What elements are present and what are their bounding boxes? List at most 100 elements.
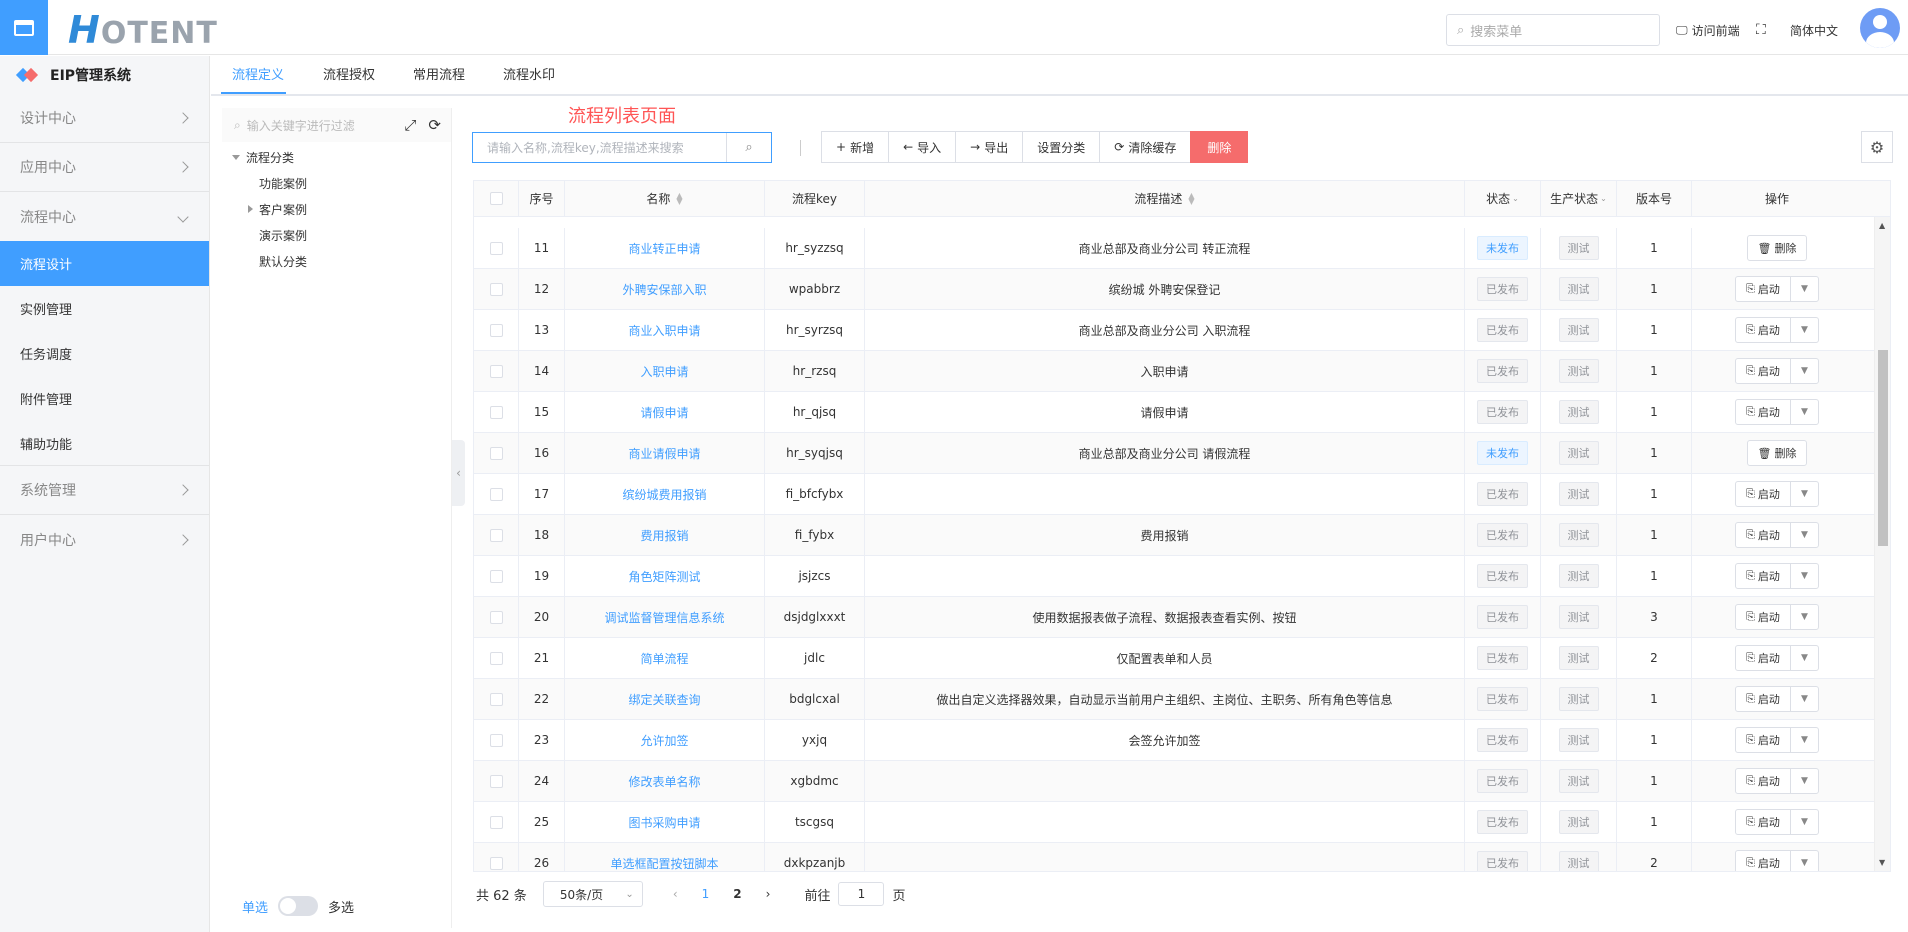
header-status[interactable]: 状态 ⌄	[1465, 181, 1541, 216]
row-checkbox[interactable]	[489, 282, 503, 296]
row-start-button[interactable]: ⎘ 启动 ▼	[1735, 276, 1819, 302]
menu-toggle-button[interactable]	[0, 0, 48, 55]
row-select-cell[interactable]	[474, 597, 519, 637]
row-start-button[interactable]: ⎘ 启动 ▼	[1735, 727, 1819, 753]
scroll-down-icon[interactable]: ▼	[1879, 858, 1885, 867]
row-start-button[interactable]: ⎘ 启动 ▼	[1735, 522, 1819, 548]
sort-icon[interactable]: ▲ ▼	[1188, 191, 1194, 205]
row-name-link[interactable]: 图书采购申请	[628, 814, 700, 831]
collapse-tree-handle[interactable]: ‹	[452, 440, 465, 506]
import-button[interactable]: ← 导入	[888, 131, 957, 163]
row-name-link[interactable]: 请假申请	[640, 404, 688, 421]
row-checkbox[interactable]	[489, 323, 503, 337]
row-select-cell[interactable]	[474, 392, 519, 432]
row-checkbox[interactable]	[489, 487, 503, 501]
row-name-link[interactable]: 入职申请	[640, 363, 688, 380]
sidebar-group-design[interactable]: 设计中心	[0, 94, 209, 143]
sidebar-item-process-design[interactable]: 流程设计	[0, 241, 209, 286]
sidebar-item-attachment[interactable]: 附件管理	[0, 376, 209, 421]
row-more-dropdown[interactable]: ▼	[1789, 810, 1818, 834]
row-name-link[interactable]: 外聘安保部入职	[622, 281, 706, 298]
row-name-link[interactable]: 缤纷城费用报销	[622, 486, 706, 503]
row-more-dropdown[interactable]: ▼	[1789, 400, 1818, 424]
row-more-dropdown[interactable]: ▼	[1789, 769, 1818, 793]
refresh-icon[interactable]: ⟳	[428, 116, 441, 134]
tree-filter-input[interactable]: ⌕ 输入关键字进行过滤 ⤢ ⟳	[222, 108, 451, 142]
row-start-button[interactable]: ⎘ 启动 ▼	[1735, 317, 1819, 343]
visit-front-link[interactable]: 🖵 访问前端	[1676, 22, 1740, 39]
row-more-dropdown[interactable]: ▼	[1789, 728, 1818, 752]
row-more-dropdown[interactable]: ▼	[1789, 687, 1818, 711]
page-2[interactable]: 2	[725, 887, 749, 901]
row-select-cell[interactable]	[474, 843, 519, 871]
expand-icon[interactable]: ⤢	[404, 116, 416, 134]
row-more-dropdown[interactable]: ▼	[1789, 523, 1818, 547]
header-prod-status[interactable]: 生产状态 ⌄	[1541, 181, 1617, 216]
header-desc[interactable]: 流程描述 ▲ ▼	[865, 181, 1465, 216]
row-name-link[interactable]: 绑定关联查询	[628, 691, 700, 708]
table-settings-button[interactable]: ⚙	[1861, 131, 1893, 163]
row-delete-button[interactable]: 🗑 删除	[1746, 440, 1808, 466]
row-checkbox[interactable]	[489, 774, 503, 788]
row-checkbox[interactable]	[489, 651, 503, 665]
row-checkbox[interactable]	[489, 856, 503, 870]
row-select-cell[interactable]	[474, 351, 519, 391]
row-checkbox[interactable]	[489, 569, 503, 583]
row-select-cell[interactable]	[474, 679, 519, 719]
sidebar-group-app[interactable]: 应用中心	[0, 143, 209, 192]
row-checkbox[interactable]	[489, 446, 503, 460]
page-1[interactable]: 1	[694, 887, 718, 901]
scrollbar-thumb[interactable]	[1878, 350, 1888, 546]
tab-common-process[interactable]: 常用流程	[394, 56, 484, 94]
avatar[interactable]	[1860, 8, 1900, 48]
row-name-link[interactable]: 允许加签	[640, 732, 688, 749]
row-checkbox[interactable]	[489, 528, 503, 542]
select-all-checkbox[interactable]	[489, 192, 503, 205]
row-select-cell[interactable]	[474, 433, 519, 473]
row-start-button[interactable]: ⎘ 启动 ▼	[1735, 809, 1819, 835]
language-switch[interactable]: 简体中文	[1790, 22, 1838, 39]
list-search-input[interactable]	[473, 133, 726, 162]
header-select-all[interactable]	[474, 181, 519, 216]
tree-node-demo-cases[interactable]: 演示案例	[222, 222, 451, 248]
sort-icon[interactable]: ▲ ▼	[676, 191, 682, 205]
header-name[interactable]: 名称 ▲ ▼	[565, 181, 765, 216]
delete-button[interactable]: 删除	[1190, 131, 1249, 163]
row-more-dropdown[interactable]: ▼	[1789, 646, 1818, 670]
sidebar-item-task-schedule[interactable]: 任务调度	[0, 331, 209, 376]
row-more-dropdown[interactable]: ▼	[1789, 482, 1818, 506]
row-start-button[interactable]: ⎘ 启动 ▼	[1735, 604, 1819, 630]
sidebar-group-process[interactable]: 流程中心	[0, 192, 209, 241]
page-size-select[interactable]: 50条/页 ⌄	[542, 881, 643, 907]
row-select-cell[interactable]	[474, 761, 519, 801]
scroll-up-icon[interactable]: ▲	[1879, 221, 1885, 230]
search-button[interactable]: ⌕	[726, 133, 771, 162]
row-name-link[interactable]: 修改表单名称	[628, 773, 700, 790]
table-scrollbar[interactable]: ▲ ▼	[1874, 217, 1890, 871]
row-start-button[interactable]: ⎘ 启动 ▼	[1735, 358, 1819, 384]
export-button[interactable]: → 导出	[955, 131, 1024, 163]
row-name-link[interactable]: 商业入职申请	[628, 322, 700, 339]
row-start-button[interactable]: ⎘ 启动 ▼	[1735, 481, 1819, 507]
sidebar-item-instance[interactable]: 实例管理	[0, 286, 209, 331]
row-delete-button[interactable]: 🗑 删除	[1746, 235, 1808, 261]
row-checkbox[interactable]	[489, 815, 503, 829]
row-checkbox[interactable]	[489, 241, 503, 255]
row-checkbox[interactable]	[489, 405, 503, 419]
row-select-cell[interactable]	[474, 228, 519, 268]
row-start-button[interactable]: ⎘ 启动 ▼	[1735, 563, 1819, 589]
goto-page-input[interactable]: 1	[838, 882, 885, 906]
menu-search-input[interactable]: ⌕ 搜索菜单	[1446, 14, 1660, 46]
row-more-dropdown[interactable]: ▼	[1789, 851, 1818, 871]
prev-page-button[interactable]: ‹	[665, 887, 686, 901]
row-select-cell[interactable]	[474, 802, 519, 842]
next-page-button[interactable]: ›	[758, 887, 779, 901]
row-more-dropdown[interactable]: ▼	[1789, 359, 1818, 383]
row-select-cell[interactable]	[474, 638, 519, 678]
row-name-link[interactable]: 角色矩阵测试	[628, 568, 700, 585]
add-button[interactable]: + 新增	[821, 131, 890, 163]
row-name-link[interactable]: 单选框配置按钮脚本	[610, 855, 718, 872]
row-select-cell[interactable]	[474, 515, 519, 555]
select-mode-switch[interactable]	[278, 896, 319, 916]
row-name-link[interactable]: 商业请假申请	[628, 445, 700, 462]
